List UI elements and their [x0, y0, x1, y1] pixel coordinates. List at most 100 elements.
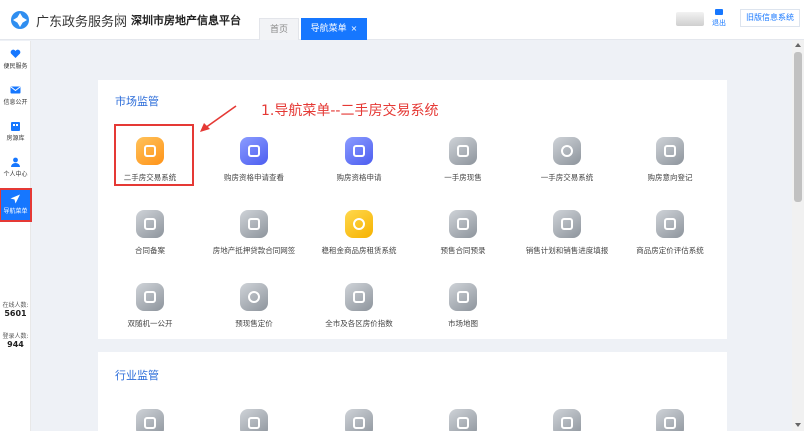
glyph	[248, 417, 260, 429]
market-item-label: 市场地图	[448, 319, 478, 328]
market-item[interactable]: 一手房现售	[411, 137, 515, 183]
glyph	[561, 145, 573, 157]
logout-button[interactable]: 退出	[711, 9, 727, 28]
building-icon	[656, 409, 684, 431]
glyph	[664, 145, 676, 157]
document-icon	[240, 409, 268, 431]
glyph	[144, 218, 156, 230]
market-item-label: 稳租金商品房租赁系统	[321, 246, 397, 255]
market-item-label: 双随机一公开	[127, 319, 173, 328]
market-item[interactable]: 全市及各区房价指数	[307, 283, 411, 329]
scroll-down-icon[interactable]	[795, 423, 801, 427]
gov-site-title[interactable]: 广东政务服务网	[36, 11, 127, 30]
industry-item[interactable]	[98, 409, 202, 431]
industry-item[interactable]	[515, 409, 619, 431]
top-header: 广东政务服务网 深圳市房地产信息平台 首页 导航菜单 × 退出 旧版信息系统	[0, 0, 804, 40]
market-item[interactable]: 购房意向登记	[618, 137, 722, 183]
sidebar-item-label: 便民服务	[3, 63, 28, 70]
market-item-label: 购房意向登记	[647, 173, 693, 182]
industry-item[interactable]	[618, 409, 722, 431]
glyph	[664, 218, 676, 230]
sidebar-item-label: 信息公开	[3, 99, 28, 106]
tab-close-icon[interactable]: ×	[351, 24, 358, 33]
old-system-button[interactable]: 旧版信息系统	[740, 9, 800, 27]
page-scrollbar[interactable]	[792, 40, 804, 431]
login-count-label: 登录人数:	[2, 333, 29, 340]
glyph	[561, 218, 573, 230]
login-count-value: 944	[7, 340, 24, 349]
glyph	[561, 417, 573, 429]
glyph	[457, 145, 469, 157]
glyph	[248, 218, 260, 230]
gov-logo-icon	[11, 11, 29, 29]
sidebar-item-public-info[interactable]: 信息公开	[1, 81, 30, 109]
chart-box-icon	[345, 283, 373, 311]
industry-item[interactable]	[202, 409, 306, 431]
market-item-label: 一手房现售	[444, 173, 482, 182]
platform-title: 深圳市房地产信息平台	[131, 14, 241, 27]
market-item[interactable]: 一手房交易系统	[515, 137, 619, 183]
sidebar-item-navigation[interactable]: 导航菜单	[0, 188, 32, 222]
market-item-label: 预现售定价	[235, 319, 273, 328]
market-item[interactable]: 销售计划和销售进度填报	[515, 210, 619, 256]
industry-section-title: 行业监管	[115, 369, 159, 382]
mail-icon	[10, 86, 21, 94]
market-item-label: 销售计划和销售进度填报	[525, 246, 609, 255]
market-item-label: 商品房定价评估系统	[636, 246, 704, 255]
contract-icon	[240, 210, 268, 238]
sidebar-item-personal[interactable]: 个人中心	[1, 153, 30, 181]
tab-nav-label: 导航菜单	[310, 24, 347, 34]
market-item[interactable]: 预现售定价	[202, 283, 306, 329]
heart-icon	[10, 49, 21, 58]
annotation-arrow-icon	[200, 105, 237, 132]
building-icon	[136, 409, 164, 431]
market-item[interactable]: 房地产抵押贷款合同网签	[202, 210, 306, 256]
highlight-box	[114, 124, 194, 186]
user-avatar[interactable]	[676, 12, 704, 26]
glyph	[353, 291, 365, 303]
glyph	[353, 218, 365, 230]
scroll-up-icon[interactable]	[795, 43, 801, 47]
industry-item[interactable]	[307, 409, 411, 431]
online-count-value: 5601	[4, 309, 27, 318]
market-item[interactable]: 市场地图	[411, 283, 515, 329]
sidebar-item-convenience[interactable]: 便民服务	[1, 45, 30, 73]
document-icon	[656, 137, 684, 165]
price-icon	[656, 210, 684, 238]
market-item-label: 一手房交易系统	[540, 173, 594, 182]
market-item[interactable]: 预售合同预录	[411, 210, 515, 256]
market-item[interactable]: 购房资格申请	[307, 137, 411, 183]
glyph	[457, 218, 469, 230]
scroll-thumb[interactable]	[794, 52, 802, 202]
glyph	[353, 417, 365, 429]
market-item[interactable]: 稳租金商品房租赁系统	[307, 210, 411, 256]
form-icon	[449, 210, 477, 238]
layers-icon	[240, 137, 268, 165]
glyph	[144, 291, 156, 303]
currency-icon	[553, 137, 581, 165]
market-item[interactable]: 合同备案	[98, 210, 202, 256]
market-item-label: 购房资格申请查看	[224, 173, 284, 182]
market-item-label: 预售合同预录	[440, 246, 486, 255]
industry-supervision-panel: 行业监管	[98, 352, 727, 431]
market-item[interactable]: 双随机一公开	[98, 283, 202, 329]
sidebar-item-label: 导航菜单	[3, 208, 28, 215]
sidebar-item-label: 房源库	[6, 135, 25, 142]
tab-navigation-menu[interactable]: 导航菜单 ×	[301, 18, 367, 40]
building-icon	[449, 137, 477, 165]
clipboard-icon	[553, 409, 581, 431]
glyph	[248, 145, 260, 157]
market-item[interactable]: 购房资格申请查看	[202, 137, 306, 183]
sidebar-item-housing[interactable]: 房源库	[1, 117, 30, 145]
report-icon	[553, 210, 581, 238]
tab-home[interactable]: 首页	[259, 18, 299, 40]
shuffle-icon	[136, 283, 164, 311]
market-item-label: 房地产抵押贷款合同网签	[212, 246, 296, 255]
industry-item[interactable]	[411, 409, 515, 431]
sidebar-item-label: 个人中心	[3, 171, 28, 178]
glyph	[664, 417, 676, 429]
logout-label: 退出	[712, 19, 726, 27]
logout-icon	[715, 9, 723, 15]
glyph	[457, 291, 469, 303]
market-item[interactable]: 商品房定价评估系统	[618, 210, 722, 256]
